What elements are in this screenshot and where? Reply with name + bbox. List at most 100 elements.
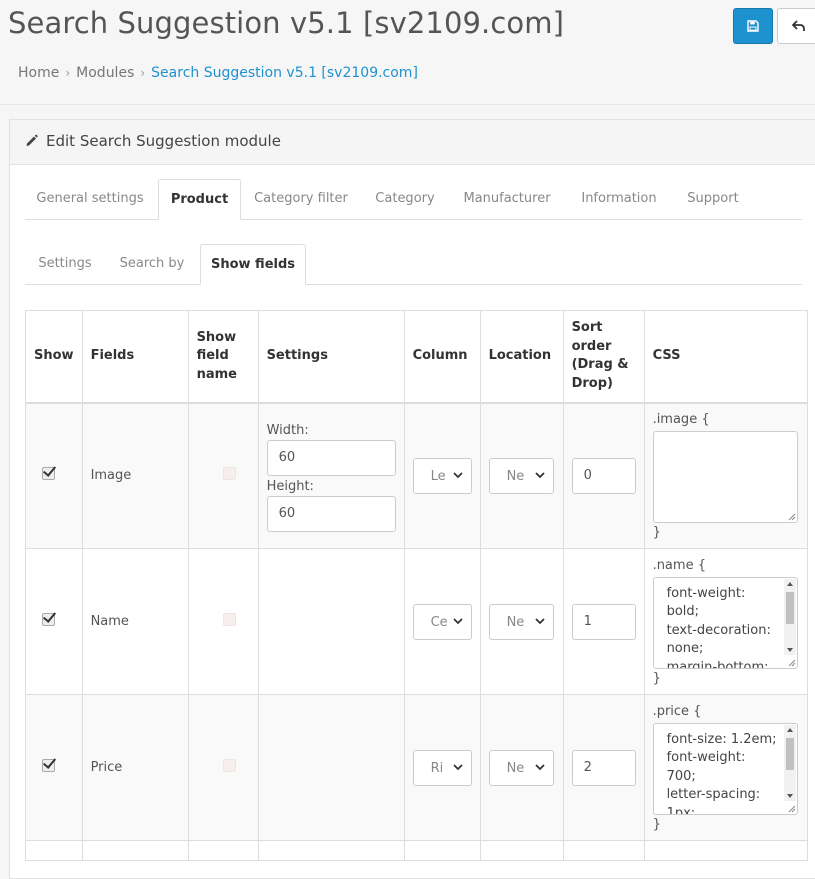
resize-handle-icon[interactable] [788,513,796,521]
scrollbar-thumb[interactable] [785,737,794,770]
table-row[interactable]: Image Width: Height: Le [25,402,808,549]
tab-category[interactable]: Category [363,179,447,219]
column-select-value: Ce [430,614,448,630]
chevron-down-icon [534,617,545,624]
check-icon [42,463,57,478]
header-css: CSS [643,310,808,404]
tab-category-filter[interactable]: Category filter [241,179,361,219]
resize-handle-icon[interactable] [788,659,796,667]
header-column: Column [403,310,481,404]
show-checkbox[interactable] [42,755,57,772]
tab-information[interactable]: Information [565,179,673,219]
css-scrollbar[interactable] [783,724,796,801]
tab-manufacturer[interactable]: Manufacturer [449,179,565,219]
breadcrumb-home[interactable]: Home [18,65,59,81]
css-textarea[interactable]: font-size: 1.2em; font-weight: 700; lett… [652,722,798,815]
scroll-down-icon[interactable] [786,793,793,798]
table-cell [479,840,564,861]
save-icon [747,20,759,32]
breadcrumb-current[interactable]: Search Suggestion v5.1 [sv2109.com] [151,65,418,81]
main-tabs: General settings Product Category filter… [25,179,802,220]
column-select[interactable]: Ce [412,603,472,640]
scrollbar-thumb[interactable] [785,591,794,624]
table-header-row: Show Fields Show field name Settings Col… [25,310,808,404]
css-textarea[interactable] [652,430,798,523]
chevron-down-icon [452,472,463,479]
tab-general-settings[interactable]: General settings [25,179,155,219]
pencil-icon [26,134,38,146]
breadcrumb-separator: › [140,66,146,80]
back-button[interactable] [777,8,815,44]
width-input[interactable] [266,439,396,476]
css-scrollbar[interactable] [783,578,796,655]
check-icon [42,755,57,769]
header-show-field-name: Show field name [187,310,259,404]
column-cell: Ri [403,694,481,841]
location-cell: Ne [479,402,564,549]
location-select-value: Ne [506,614,525,630]
save-button[interactable] [733,8,773,44]
table-cell [643,840,808,861]
location-cell: Ne [479,694,564,841]
sort-order-input[interactable] [571,603,636,640]
subtab-search-by[interactable]: Search by [111,244,193,284]
tab-support[interactable]: Support [673,179,753,219]
css-textarea[interactable]: font-weight: bold; text-decoration: none… [652,576,798,669]
sort-cell [562,694,645,841]
location-select[interactable]: Ne [488,603,554,640]
width-label: Width: [266,422,309,438]
show-fields-table: Show Fields Show field name Settings Col… [25,310,808,861]
breadcrumb-modules[interactable]: Modules [76,65,134,81]
css-selector-open: .name { [652,557,706,573]
tab-product[interactable]: Product [158,179,241,220]
subtab-show-fields[interactable]: Show fields [200,244,306,285]
chevron-down-icon [534,472,545,479]
chevron-down-icon [452,763,463,770]
table-row[interactable]: Name Ce Ne 1 .name {font-weight: bold; … [25,548,808,695]
resize-handle-icon[interactable] [788,805,796,813]
breadcrumb-separator: › [65,66,71,80]
column-select-value: Ri [430,760,444,776]
scroll-up-icon[interactable] [786,727,793,732]
css-textarea-content: font-size: 1.2em; font-weight: 700; lett… [666,731,777,815]
show-field-name-checkbox[interactable] [222,613,236,626]
location-select[interactable]: Ne [488,457,554,494]
table-cell [187,840,259,861]
height-input[interactable] [266,495,396,532]
scroll-up-icon[interactable] [786,581,793,586]
header-settings: Settings [257,310,405,404]
location-select-value: Ne [506,760,525,776]
header-sort-order: Sort order (Drag & Drop) [562,310,645,404]
location-cell: Ne [479,548,564,695]
location-select-value: Ne [506,468,525,484]
header-location: Location [479,310,564,404]
field-name-cell: Image [81,402,189,549]
scroll-down-icon[interactable] [786,647,793,652]
location-select[interactable]: Ne [488,749,554,786]
reply-icon [792,20,805,31]
table-row[interactable] [25,840,808,861]
show-checkbox[interactable] [42,463,57,481]
show-field-name-checkbox[interactable] [222,467,236,481]
table-cell [25,840,83,861]
table-cell [257,840,405,861]
css-cell: .image { } [643,402,808,549]
css-textarea-content: font-weight: bold; text-decoration: none… [666,585,771,669]
column-cell: Le [403,402,481,549]
css-selector-close: } [652,816,661,832]
sort-order-input[interactable] [571,749,636,786]
settings-cell: Width: Height: [257,402,405,549]
css-selector-open: .price { [652,703,702,719]
show-field-name-checkbox[interactable] [222,759,236,772]
table-cell [403,840,481,861]
sort-order-input[interactable] [571,457,636,494]
show-cell [25,548,83,695]
show-cell [25,694,83,841]
show-checkbox[interactable] [42,609,57,626]
column-select[interactable]: Le [412,457,472,494]
column-select[interactable]: Ri [412,749,472,786]
table-row[interactable]: Price Ri Ne 2 .price {font-size: 1.2em;… [25,694,808,841]
subtab-settings[interactable]: Settings [25,244,105,284]
settings-cell [257,548,405,695]
sub-tabs: Settings Search by Show fields [25,244,802,285]
